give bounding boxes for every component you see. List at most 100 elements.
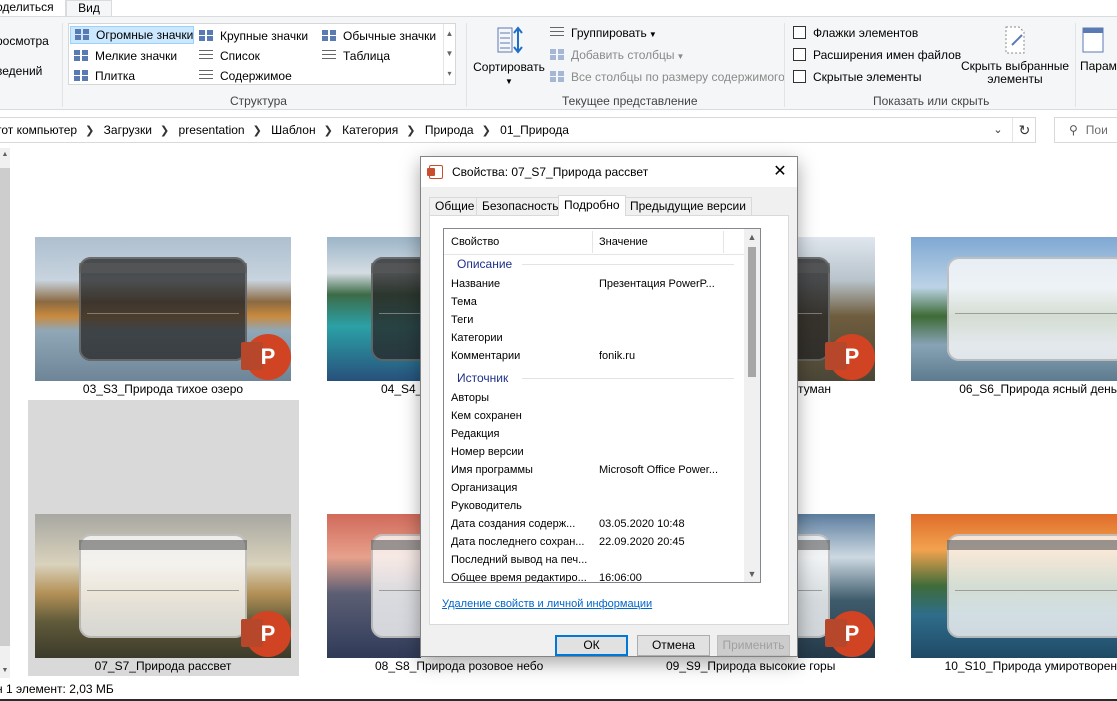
property-row[interactable]: Дата последнего сохран... 22.09.2020 20:4…	[444, 533, 746, 551]
tab-previous-versions[interactable]: Предыдущие версии	[624, 197, 752, 215]
preview-pane-button[interactable]: росмотра	[0, 32, 49, 51]
search-input[interactable]: ⚲ Пои	[1054, 117, 1117, 143]
property-row[interactable]: Название Презентация PowerP...	[444, 275, 746, 293]
item-checkboxes-toggle[interactable]: Флажки элементов	[793, 24, 918, 43]
property-row[interactable]: Тема	[444, 293, 746, 311]
file-name[interactable]: 08_S8_Природа розовое небо	[375, 659, 543, 673]
property-value[interactable]: 16:06:00	[599, 569, 721, 582]
breadcrumb-item[interactable]: тот компьютер	[0, 123, 77, 137]
property-row[interactable]: Комментарии fonik.ru	[444, 347, 746, 365]
column-value[interactable]: Значение	[599, 229, 648, 255]
cancel-button[interactable]: Отмена	[637, 635, 710, 656]
chevron-right-icon[interactable]: ❯	[253, 125, 262, 137]
property-value[interactable]: fonik.ru	[599, 347, 721, 365]
ok-button[interactable]: ОК	[555, 635, 628, 656]
file-name[interactable]: 03_S3_Природа тихое озеро	[35, 382, 291, 396]
tab-view[interactable]: Вид	[66, 0, 112, 17]
scroll-up-icon[interactable]: ▲	[744, 229, 760, 245]
chevron-right-icon[interactable]: ❯	[85, 125, 94, 137]
sort-by-button[interactable]: Сортировать ▼	[472, 25, 546, 88]
file-thumbnail[interactable]	[327, 514, 421, 658]
layout-tiles[interactable]: Плитка	[70, 67, 135, 85]
property-row[interactable]: Общее время редактиро... 16:06:00	[444, 569, 746, 582]
tab-general[interactable]: Общие	[429, 197, 481, 215]
property-row[interactable]: Организация	[444, 479, 746, 497]
property-row[interactable]: Руководитель	[444, 497, 746, 515]
scroll-down-icon[interactable]: ▼	[744, 566, 760, 582]
breadcrumb-item[interactable]: Загрузки	[104, 123, 152, 137]
property-value[interactable]: 03.05.2020 10:48	[599, 515, 721, 533]
hidden-items-checkbox[interactable]	[793, 70, 806, 84]
hidden-items-toggle[interactable]: Скрытые элементы	[793, 68, 922, 87]
property-value[interactable]: 22.09.2020 20:45	[599, 533, 721, 551]
group-by-button[interactable]: Группировать ▼	[550, 24, 657, 43]
fit-columns-button[interactable]: Все столбцы по размеру содержимого	[550, 68, 785, 87]
layout-small-icons[interactable]: Мелкие значки	[70, 47, 177, 65]
chevron-right-icon[interactable]: ❯	[324, 125, 333, 137]
file-name[interactable]: туман	[798, 382, 831, 396]
item-checkboxes-checkbox[interactable]	[793, 26, 806, 40]
address-bar[interactable]: тот компьютер ❯ Загрузки ❯ presentation ❯ Ш…	[0, 117, 1036, 143]
dialog-title-bar[interactable]: Свойства: 07_S7_Природа рассвет ✕	[421, 157, 797, 187]
expand-gallery-icon[interactable]: ▾	[444, 64, 455, 84]
breadcrumb-item[interactable]: Природа	[425, 123, 474, 137]
details-pane-button[interactable]: ведений	[0, 62, 42, 81]
property-row[interactable]: Кем сохранен	[444, 407, 746, 425]
file-thumbnail[interactable]	[911, 514, 1117, 658]
apply-button[interactable]: Применить	[717, 635, 790, 656]
vertical-scrollbar[interactable]: ▲ ▼	[0, 148, 10, 678]
property-row[interactable]: Теги	[444, 311, 746, 329]
property-row[interactable]: Редакция	[444, 425, 746, 443]
property-value[interactable]: Microsoft Office Power...	[599, 461, 721, 479]
hide-selected-button[interactable]: Скрыть выбранные элементы	[960, 25, 1070, 86]
breadcrumb-item[interactable]: 01_Природа	[500, 123, 569, 137]
tab-share[interactable]: оделиться	[0, 0, 66, 17]
layout-content[interactable]: Содержимое	[195, 67, 292, 85]
layout-extra-large-icons[interactable]: Огромные значки	[70, 26, 194, 44]
layout-list[interactable]: Список	[195, 47, 260, 65]
scroll-up-icon[interactable]: ▲	[0, 148, 10, 162]
chevron-right-icon[interactable]: ❯	[406, 125, 415, 137]
properties-scrollbar[interactable]: ▲ ▼	[744, 229, 760, 582]
layout-gallery-scroll[interactable]: ▲ ▼ ▾	[443, 24, 455, 84]
file-name[interactable]: 09_S9_Природа высокие горы	[666, 659, 835, 673]
chevron-right-icon[interactable]: ❯	[160, 125, 169, 137]
file-extensions-label: Расширения имен файлов	[813, 48, 962, 62]
options-button[interactable]: Парам	[1080, 25, 1117, 73]
file-thumbnail[interactable]	[327, 237, 421, 381]
property-row[interactable]: Имя программы Microsoft Office Power...	[444, 461, 746, 479]
property-row[interactable]: Номер версии	[444, 443, 746, 461]
breadcrumb-item[interactable]: Шаблон	[271, 123, 315, 137]
file-thumbnail[interactable]	[911, 237, 1117, 381]
file-name[interactable]: 07_S7_Природа рассвет	[35, 659, 291, 673]
tab-details[interactable]: Подробно	[558, 195, 626, 216]
properties-list[interactable]: Свойство Значение Описание Название Презе…	[443, 228, 761, 583]
layout-details[interactable]: Таблица	[318, 47, 390, 65]
scrollbar-thumb[interactable]	[748, 247, 756, 377]
chevron-up-icon[interactable]: ▲	[444, 24, 455, 44]
property-row[interactable]: Последний вывод на печ...	[444, 551, 746, 569]
breadcrumb-item[interactable]: Категория	[342, 123, 398, 137]
file-name[interactable]: 06_S6_Природа ясный день	[911, 382, 1117, 396]
file-extensions-toggle[interactable]: Расширения имен файлов	[793, 46, 961, 65]
property-row[interactable]: Дата создания содерж... 03.05.2020 10:48	[444, 515, 746, 533]
layout-large-icons[interactable]: Крупные значки	[195, 27, 308, 45]
column-property[interactable]: Свойство	[451, 229, 499, 255]
close-icon[interactable]: ✕	[763, 157, 797, 187]
remove-properties-link[interactable]: Удаление свойств и личной информации	[442, 598, 652, 610]
property-value[interactable]: Презентация PowerP...	[599, 275, 721, 293]
file-name[interactable]: 10_S10_Природа умиротворен	[911, 659, 1117, 673]
refresh-icon[interactable]: ↻	[1012, 118, 1036, 142]
chevron-down-icon[interactable]: ⌄	[986, 118, 1010, 142]
chevron-right-icon[interactable]: ❯	[482, 125, 491, 137]
layout-medium-icons[interactable]: Обычные значки	[318, 27, 436, 45]
breadcrumb-item[interactable]: presentation	[179, 123, 245, 137]
add-columns-button[interactable]: Добавить столбцы ▼	[550, 46, 684, 65]
scrollbar-thumb[interactable]	[0, 168, 10, 646]
tab-security[interactable]: Безопасность	[476, 197, 565, 215]
property-row[interactable]: Категории	[444, 329, 746, 347]
file-extensions-checkbox[interactable]	[793, 48, 806, 62]
property-row[interactable]: Авторы	[444, 389, 746, 407]
chevron-down-icon[interactable]: ▼	[444, 44, 455, 64]
scroll-down-icon[interactable]: ▼	[0, 664, 10, 678]
